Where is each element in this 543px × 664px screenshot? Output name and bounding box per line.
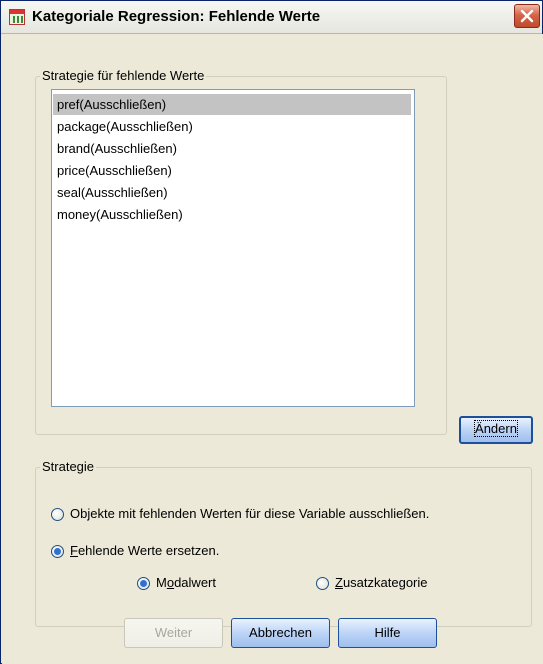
list-item[interactable]: price(Ausschließen) (53, 160, 172, 181)
list-item[interactable]: brand(Ausschließen) (53, 138, 177, 159)
cancel-button[interactable]: Abbrechen (231, 618, 330, 648)
analysis-variables-list[interactable]: pref(Ausschließen) package(Ausschließen)… (51, 89, 415, 407)
spss-app-icon (9, 9, 25, 25)
list-item[interactable]: pref(Ausschließen) (53, 94, 411, 115)
help-button[interactable]: Hilfe (338, 618, 437, 648)
extra-category-label[interactable]: Zusatzkategorie (335, 575, 428, 590)
title-bar[interactable]: Kategoriale Regression: Fehlende Werte (1, 1, 542, 34)
window-title: Kategoriale Regression: Fehlende Werte (32, 8, 321, 25)
strategy-legend: Strategie (40, 459, 97, 474)
replace-values-radio[interactable] (51, 545, 64, 558)
replace-values-label[interactable]: Fehlende Werte ersetzen. (70, 543, 219, 558)
change-button-label: Ändern (474, 420, 518, 437)
exclude-objects-label[interactable]: Objekte mit fehlenden Werten für diese V… (70, 506, 429, 521)
exclude-objects-radio[interactable] (51, 508, 64, 521)
mode-label[interactable]: Modalwert (156, 575, 216, 590)
list-item[interactable]: money(Ausschließen) (53, 204, 183, 225)
missing-values-strategy-legend: Strategie für fehlende Werte (40, 68, 207, 83)
dialog-window: Kategoriale Regression: Fehlende Werte S… (0, 0, 543, 664)
extra-category-radio[interactable] (316, 577, 329, 590)
continue-button[interactable]: Weiter (124, 618, 223, 648)
mode-radio[interactable] (137, 577, 150, 590)
list-item[interactable]: seal(Ausschließen) (53, 182, 168, 203)
dialog-client-area: Strategie für fehlende Werte Analysevari… (2, 34, 543, 664)
change-button[interactable]: Ändern (459, 416, 533, 444)
close-icon (520, 9, 534, 23)
list-item[interactable]: package(Ausschließen) (53, 116, 193, 137)
close-button[interactable] (514, 4, 540, 28)
